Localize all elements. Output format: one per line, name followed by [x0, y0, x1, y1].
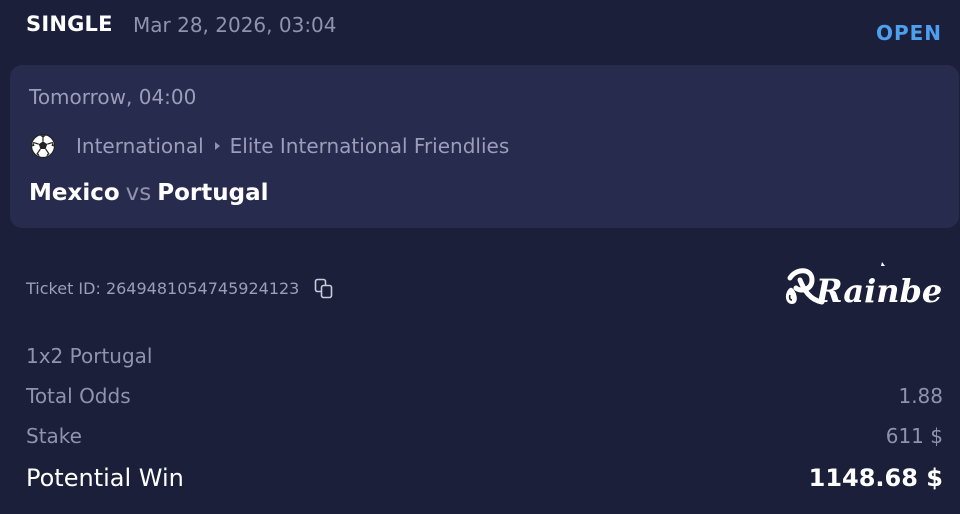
bet-header: SINGLE Mar 28, 2026, 03:04 OPEN	[26, 12, 942, 45]
total-odds-value: 1.88	[898, 384, 943, 408]
stake-row: Stake 611 $	[26, 424, 943, 452]
away-team: Portugal	[157, 180, 269, 206]
event-teams: Mexico vs Portugal	[29, 180, 269, 206]
home-team: Mexico	[29, 180, 120, 206]
total-odds-label: Total Odds	[26, 384, 131, 408]
copy-icon[interactable]	[313, 277, 335, 299]
event-card[interactable]: Tomorrow, 04:00 International Elite Inte…	[10, 65, 959, 228]
ticket-id-row: Ticket ID: 2649481054745924123	[26, 277, 335, 299]
bet-type-label: SINGLE	[26, 12, 113, 36]
bet-slip: SINGLE Mar 28, 2026, 03:04 OPEN Tomorrow…	[0, 0, 960, 514]
vs-label: vs	[125, 180, 152, 206]
soccer-ball-icon	[30, 133, 56, 159]
stake-value: 611 $	[885, 424, 943, 448]
league-country: International	[76, 134, 204, 158]
bet-status-badge: OPEN	[875, 21, 942, 45]
league-name: Elite International Friendlies	[229, 134, 510, 158]
total-odds-row: Total Odds 1.88	[26, 384, 943, 412]
selection-label: 1x2 Portugal	[26, 344, 153, 368]
potential-win-label: Potential Win	[26, 464, 184, 492]
potential-win-row: Potential Win 1148.68 $	[26, 464, 943, 492]
selection-row: 1x2 Portugal	[26, 344, 943, 372]
potential-win-value: 1148.68 $	[808, 464, 943, 492]
bet-placed-date: Mar 28, 2026, 03:04	[133, 13, 337, 37]
league-breadcrumb: International Elite International Friend…	[30, 132, 509, 160]
stake-label: Stake	[26, 424, 82, 448]
chevron-right-icon	[214, 142, 220, 150]
ticket-id: Ticket ID: 2649481054745924123	[26, 278, 300, 298]
event-start-time: Tomorrow, 04:00	[29, 85, 197, 109]
rainbet-logo: Rainbet	[785, 262, 944, 310]
logo-text: Rainbet	[815, 272, 944, 310]
